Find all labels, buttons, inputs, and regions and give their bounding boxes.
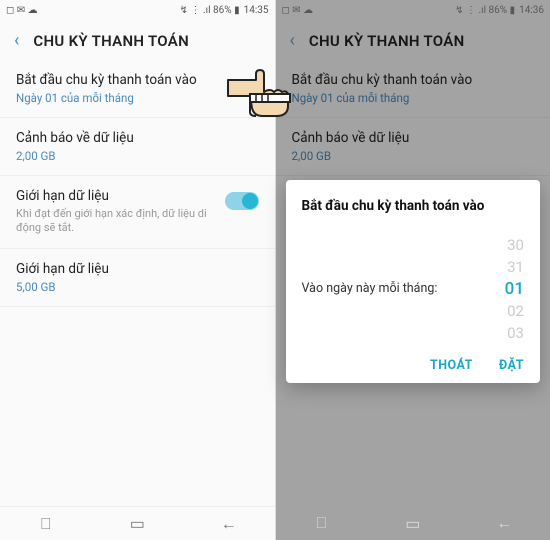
status-left-icons: ◻ ✉ ☁: [6, 5, 38, 16]
ok-button[interactable]: ĐẶT: [499, 358, 524, 373]
status-time: 14:35: [244, 5, 269, 16]
nav-home-icon[interactable]: ▭: [404, 514, 422, 532]
row-label: Giới hạn dữ liệu: [16, 261, 259, 277]
nav-bar: ⎕ ▭ ←: [0, 506, 275, 540]
row-data-warning[interactable]: Cảnh báo về dữ liệu 2,00 GB: [0, 118, 275, 176]
nav-back-icon[interactable]: ←: [495, 514, 513, 532]
date-picker-dialog: Bắt đầu chu kỳ thanh toán vào Vào ngày n…: [286, 180, 541, 383]
row-label: Giới hạn dữ liệu: [16, 188, 215, 204]
nav-bar: ⎕ ▭ ←: [276, 506, 550, 540]
pointing-hand-icon: [226, 62, 296, 122]
back-icon[interactable]: ‹: [14, 32, 19, 50]
row-label: Bắt đầu chu kỳ thanh toán vào: [16, 72, 259, 88]
row-data-limit-toggle[interactable]: Giới hạn dữ liệu Khi đạt đến giới hạn xá…: [0, 176, 275, 249]
nav-back-icon[interactable]: ←: [220, 515, 238, 533]
dialog-prompt: Vào ngày này mỗi tháng:: [302, 280, 453, 298]
row-sub: Ngày 01 của mỗi tháng: [16, 91, 259, 105]
row-sub: 5,00 GB: [16, 280, 259, 294]
status-right-icons: ↯ ⋮ .ıl 86% ▮: [180, 5, 240, 16]
day-picker[interactable]: 30 31 01 02 03: [464, 234, 524, 344]
row-desc: Khi đạt đến giới hạn xác định, dữ liệu d…: [16, 207, 215, 236]
phone-right: ◻ ✉ ☁ ↯ ⋮ .ıl 86% ▮ 14:36 ‹ CHU KỲ THANH…: [275, 0, 550, 540]
cancel-button[interactable]: THOÁT: [430, 358, 473, 373]
dialog-actions: THOÁT ĐẶT: [302, 358, 525, 373]
row-label: Cảnh báo về dữ liệu: [16, 130, 259, 146]
header: ‹ CHU KỲ THANH TOÁN: [0, 20, 275, 60]
settings-list: Bắt đầu chu kỳ thanh toán vào Ngày 01 củ…: [0, 60, 275, 506]
picker-item: 30: [464, 234, 524, 256]
nav-recents-icon[interactable]: ⎕: [312, 514, 330, 532]
row-sub: 2,00 GB: [16, 149, 259, 163]
status-bar: ◻ ✉ ☁ ↯ ⋮ .ıl 86% ▮ 14:35: [0, 0, 275, 20]
page-title: CHU KỲ THANH TOÁN: [33, 32, 189, 50]
toggle-switch[interactable]: [225, 192, 259, 210]
row-data-limit-value[interactable]: Giới hạn dữ liệu 5,00 GB: [0, 249, 275, 307]
nav-home-icon[interactable]: ▭: [128, 515, 146, 533]
picker-item-selected: 01: [464, 278, 524, 300]
picker-item: 31: [464, 256, 524, 278]
nav-recents-icon[interactable]: ⎕: [37, 515, 55, 533]
picker-item: 02: [464, 300, 524, 322]
picker-item: 03: [464, 322, 524, 344]
dialog-title: Bắt đầu chu kỳ thanh toán vào: [302, 198, 525, 214]
